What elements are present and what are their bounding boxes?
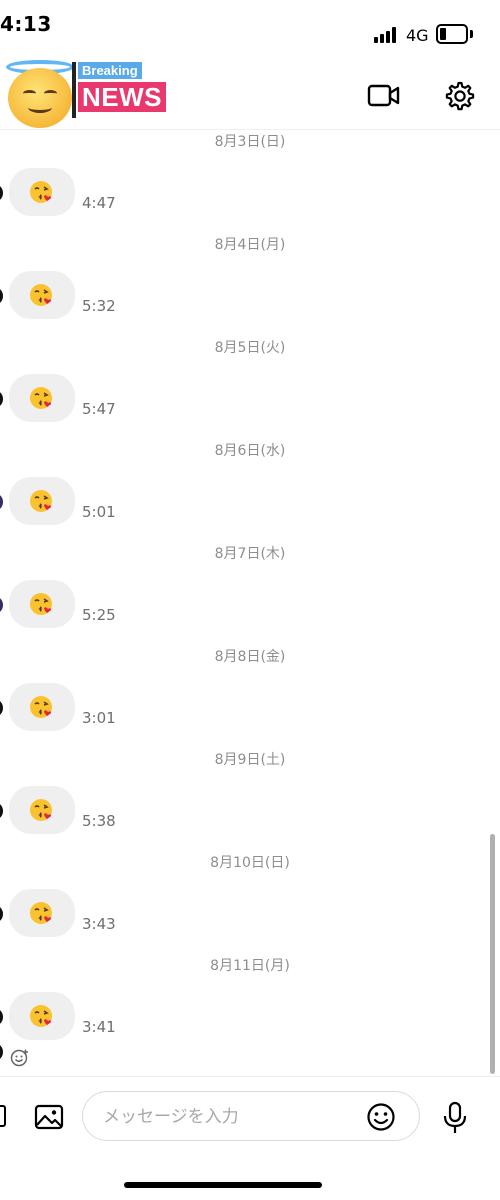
voice-message-button[interactable] [442, 1101, 468, 1135]
date-separator: 8月4日(月) [214, 237, 286, 253]
message-input-box[interactable] [82, 1091, 420, 1141]
kissing-face-icon [30, 387, 52, 409]
contact-avatar[interactable]: Breaking NEWS [0, 56, 180, 130]
message-time: 3:01 [82, 709, 116, 727]
message-bubble[interactable] [9, 992, 75, 1040]
date-separator: 8月11日(月) [210, 958, 290, 974]
message-item[interactable]: 5:47 [0, 374, 500, 424]
video-call-button[interactable] [366, 82, 402, 110]
kissing-face-icon [30, 181, 52, 203]
message-bubble[interactable] [9, 374, 75, 422]
message-bubble[interactable] [9, 168, 75, 216]
message-item[interactable]: 5:32 [0, 271, 500, 321]
badge-divider [72, 62, 76, 118]
chat-header: Breaking NEWS [0, 56, 500, 130]
scrollbar[interactable] [490, 834, 495, 1074]
date-separator: 8月5日(火) [214, 340, 286, 356]
kissing-face-icon [30, 799, 52, 821]
message-time: 5:38 [82, 812, 116, 830]
camera-icon[interactable] [0, 1105, 6, 1127]
message-time: 5:32 [82, 297, 116, 315]
avatar-badge-bottom: NEWS [78, 82, 166, 112]
status-time: 4:13 [0, 12, 52, 36]
status-bar: 4:13 4G [0, 0, 500, 56]
gallery-button[interactable] [34, 1103, 64, 1131]
sender-avatar[interactable] [0, 288, 3, 304]
message-time: 3:43 [82, 915, 116, 933]
message-time: 4:47 [82, 194, 116, 212]
message-composer [0, 1076, 500, 1156]
message-item[interactable]: 5:25 [0, 580, 500, 630]
video-camera-icon [367, 84, 400, 107]
message-item[interactable]: 4:47 [0, 168, 500, 218]
settings-button[interactable] [444, 80, 476, 112]
sender-avatar[interactable] [0, 391, 3, 407]
avatar-badge-top: Breaking [78, 62, 142, 79]
date-separator: 8月7日(木) [214, 546, 286, 562]
date-separator: 8月8日(金) [214, 649, 286, 665]
date-separator: 8月6日(水) [214, 443, 286, 459]
add-reaction-icon[interactable] [10, 1048, 30, 1068]
message-bubble[interactable] [9, 271, 75, 319]
sender-avatar[interactable] [0, 1009, 3, 1025]
message-item[interactable]: 3:43 [0, 889, 500, 939]
kissing-face-icon [30, 1005, 52, 1027]
battery-icon [436, 24, 468, 44]
date-separator: 8月10日(日) [210, 855, 290, 871]
gallery-icon [34, 1104, 64, 1130]
kissing-face-icon [30, 696, 52, 718]
message-bubble[interactable] [9, 786, 75, 834]
message-item[interactable]: 5:38 [0, 786, 500, 836]
kissing-face-icon [30, 593, 52, 615]
sender-avatar[interactable] [0, 1044, 3, 1060]
smiling-face-with-halo-icon [8, 68, 72, 128]
sticker-button[interactable] [366, 1102, 396, 1132]
message-item[interactable]: 3:01 [0, 683, 500, 733]
message-bubble[interactable] [9, 683, 75, 731]
sender-avatar[interactable] [0, 597, 3, 613]
message-time: 5:01 [82, 503, 116, 521]
sender-avatar[interactable] [0, 494, 3, 510]
battery-level [440, 28, 446, 40]
signal-strength-icon [374, 27, 400, 43]
network-type: 4G [406, 26, 429, 45]
message-input[interactable] [103, 1104, 353, 1130]
sender-avatar[interactable] [0, 906, 3, 922]
sender-avatar[interactable] [0, 700, 3, 716]
message-time: 3:41 [82, 1018, 116, 1036]
microphone-icon [443, 1101, 467, 1133]
message-item[interactable]: 3:41 [0, 992, 500, 1042]
date-separator: 8月9日(土) [214, 752, 286, 768]
sticker-icon [367, 1103, 395, 1131]
home-indicator[interactable] [124, 1182, 322, 1188]
battery-tip [470, 30, 473, 38]
sender-avatar[interactable] [0, 185, 3, 201]
message-bubble[interactable] [9, 477, 75, 525]
message-time: 5:47 [82, 400, 116, 418]
message-item[interactable]: 5:01 [0, 477, 500, 527]
kissing-face-icon [30, 490, 52, 512]
message-bubble[interactable] [9, 580, 75, 628]
message-thread[interactable]: 8月3日(日) 4:47 8月4日(月) 5:32 8月5日(火) 5:47 8… [0, 130, 500, 1074]
kissing-face-icon [30, 902, 52, 924]
date-separator: 8月3日(日) [214, 134, 286, 150]
gear-icon [445, 81, 475, 111]
kissing-face-icon [30, 284, 52, 306]
sender-avatar[interactable] [0, 803, 3, 819]
message-time: 5:25 [82, 606, 116, 624]
message-bubble[interactable] [9, 889, 75, 937]
